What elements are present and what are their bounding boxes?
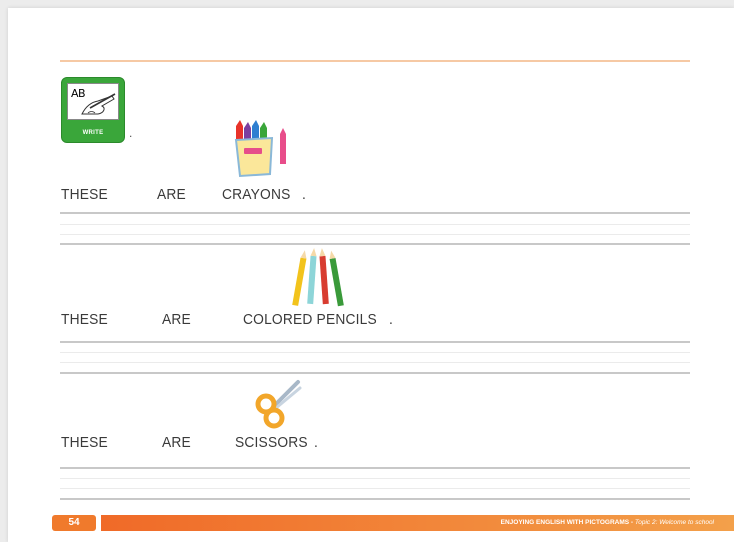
badge-dot: . (129, 126, 133, 140)
colored-pencils-icon (292, 248, 344, 307)
row1-word-are: ARE (157, 186, 186, 203)
row1-word-these: THESE (61, 186, 108, 203)
row3-word-are: ARE (162, 434, 191, 451)
row1-bottom-line (60, 243, 690, 245)
row2-guide-1 (60, 352, 690, 353)
row3-word-scissors: SCISSORS (235, 434, 308, 451)
worksheet-page: AB WRITE . THESE ARE CRAYONS . THESE ARE… (8, 8, 734, 542)
row2-word-colored-pencils: COLORED PENCILS (243, 311, 377, 328)
row2-baseline (60, 341, 690, 343)
row1-guide-1 (60, 224, 690, 225)
scissors-icon (255, 380, 302, 429)
row2-word-these: THESE (61, 311, 108, 328)
row1-baseline (60, 212, 690, 214)
row3-guide-1 (60, 478, 690, 479)
row1-period: . (302, 186, 307, 203)
row3-baseline (60, 467, 690, 469)
row2-guide-2 (60, 362, 690, 363)
page-number: 54 (52, 515, 96, 531)
row2-bottom-line (60, 372, 690, 374)
footer-topic: Topic 2: Welcome to school (634, 519, 714, 526)
row3-period: . (314, 434, 319, 451)
write-label: WRITE (82, 130, 104, 136)
footer-book-title: ENJOYING ENGLISH WITH PICTOGRAMS (500, 519, 630, 526)
row2-period: . (389, 311, 394, 328)
row3-guide-2 (60, 488, 690, 489)
crayons-icon (234, 120, 286, 178)
top-rule (60, 60, 690, 62)
row2-word-are: ARE (162, 311, 191, 328)
footer-text: ENJOYING ENGLISH WITH PICTOGRAMS - Topic… (501, 515, 714, 531)
row3-bottom-line (60, 498, 690, 500)
row1-word-crayons: CRAYONS (222, 186, 291, 203)
row1-guide-2 (60, 234, 690, 235)
write-card: AB (67, 83, 119, 120)
write-pictogram: AB WRITE (61, 77, 125, 143)
footer-bar: ENJOYING ENGLISH WITH PICTOGRAMS - Topic… (101, 515, 734, 531)
writing-hand-icon (81, 93, 116, 115)
row3-word-these: THESE (61, 434, 108, 451)
